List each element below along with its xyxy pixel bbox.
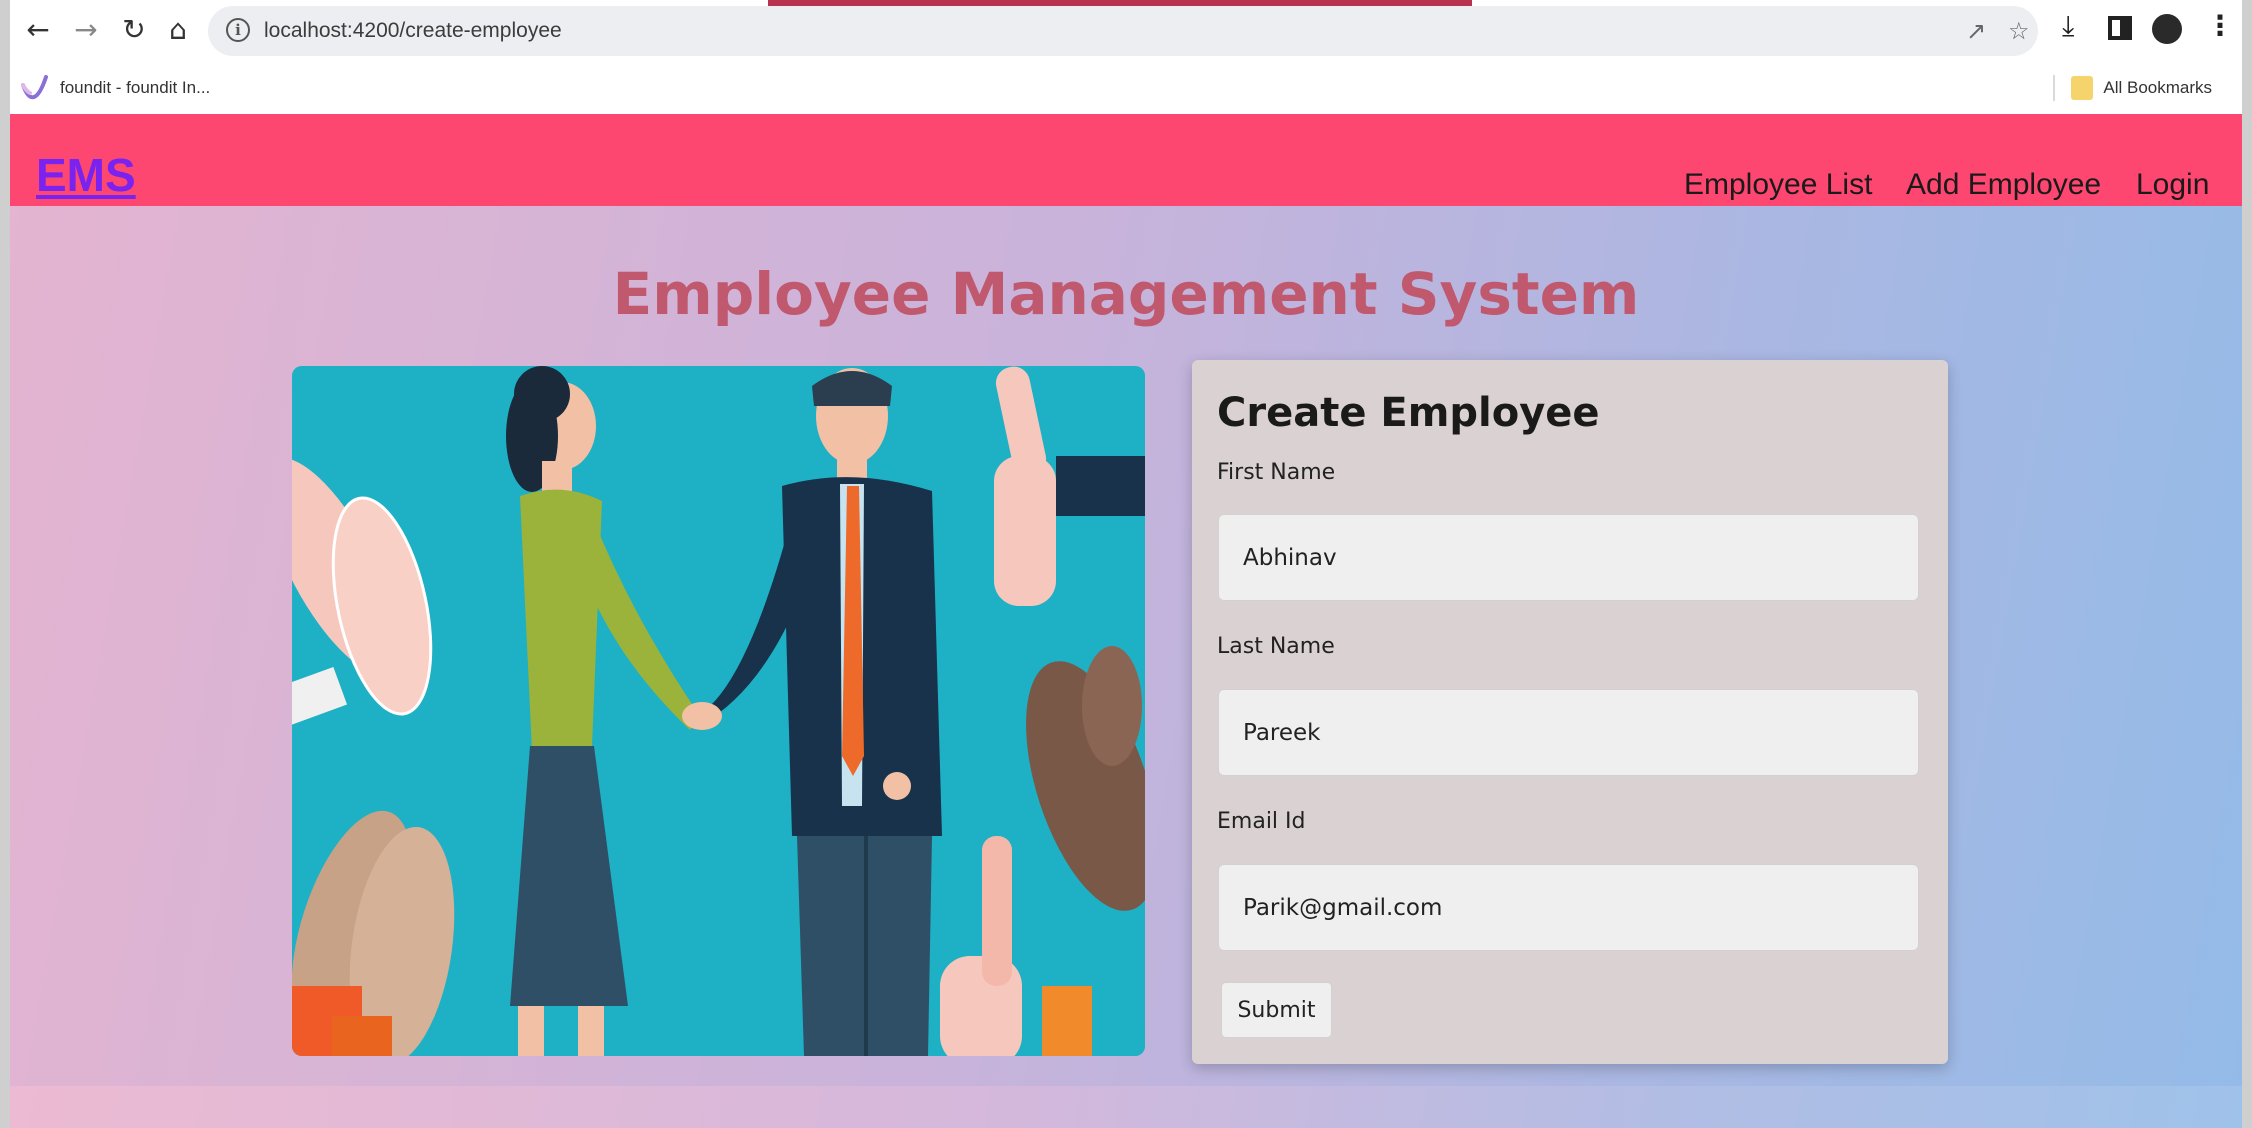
nav-employee-list-link[interactable]: Employee List bbox=[1684, 168, 1872, 202]
nav-add-employee-link[interactable]: Add Employee bbox=[1906, 168, 2101, 202]
folder-icon bbox=[2071, 76, 2094, 100]
foundit-favicon-icon bbox=[20, 75, 48, 101]
address-bar[interactable]: i localhost:4200/create-employee ↗ ☆ bbox=[208, 6, 2038, 56]
browser-toolbar: ← → ↻ ⌂ i localhost:4200/create-employee… bbox=[10, 0, 2242, 62]
last-name-label: Last Name bbox=[1217, 634, 1335, 659]
bookmarks-bar: foundit - foundit In... All Bookmarks bbox=[10, 62, 2242, 114]
download-icon[interactable]: ⤓ bbox=[2062, 12, 2074, 40]
top-navbar: EMS Employee List Add Employee Login bbox=[10, 114, 2242, 206]
footer-band bbox=[10, 1086, 2242, 1128]
nav-login-link[interactable]: Login bbox=[2136, 168, 2209, 202]
all-bookmarks-button[interactable]: All Bookmarks bbox=[2053, 74, 2212, 102]
share-icon[interactable]: ↗ bbox=[1966, 17, 1986, 45]
page-title: Employee Management System bbox=[612, 260, 1640, 328]
bookmark-foundit[interactable]: foundit - foundit In... bbox=[20, 74, 210, 102]
app-page: EMS Employee List Add Employee Login Emp… bbox=[10, 114, 2242, 1128]
reload-icon[interactable]: ↻ bbox=[116, 12, 152, 48]
browser-window: ← → ↻ ⌂ i localhost:4200/create-employee… bbox=[10, 0, 2242, 1128]
first-name-label: First Name bbox=[1217, 460, 1336, 485]
profile-icon[interactable] bbox=[2152, 14, 2182, 44]
create-employee-card: Create Employee First Name Last Name Ema… bbox=[1192, 360, 1948, 1064]
more-menu-icon[interactable]: ⋮ bbox=[2206, 12, 2234, 40]
home-icon[interactable]: ⌂ bbox=[160, 12, 196, 48]
form-title: Create Employee bbox=[1217, 390, 1600, 436]
forward-arrow-icon[interactable]: → bbox=[68, 12, 104, 48]
first-name-input[interactable] bbox=[1218, 514, 1919, 601]
bookmark-label: foundit - foundit In... bbox=[60, 78, 211, 97]
back-arrow-icon[interactable]: ← bbox=[20, 12, 56, 48]
side-panel-icon[interactable] bbox=[2108, 16, 2132, 40]
last-name-input[interactable] bbox=[1218, 689, 1919, 776]
star-icon[interactable]: ☆ bbox=[2008, 17, 2030, 45]
address-url[interactable]: localhost:4200/create-employee bbox=[264, 19, 562, 43]
handshake bbox=[682, 702, 722, 730]
email-input[interactable] bbox=[1218, 864, 1919, 951]
submit-button[interactable]: Submit bbox=[1221, 982, 1332, 1038]
all-bookmarks-label: All Bookmarks bbox=[2103, 78, 2212, 97]
site-info-icon[interactable]: i bbox=[226, 18, 250, 42]
brand-link[interactable]: EMS bbox=[36, 148, 136, 202]
bookmarks-divider bbox=[2053, 75, 2056, 101]
handshake-illustration bbox=[292, 366, 1145, 1056]
email-label: Email Id bbox=[1217, 809, 1306, 834]
